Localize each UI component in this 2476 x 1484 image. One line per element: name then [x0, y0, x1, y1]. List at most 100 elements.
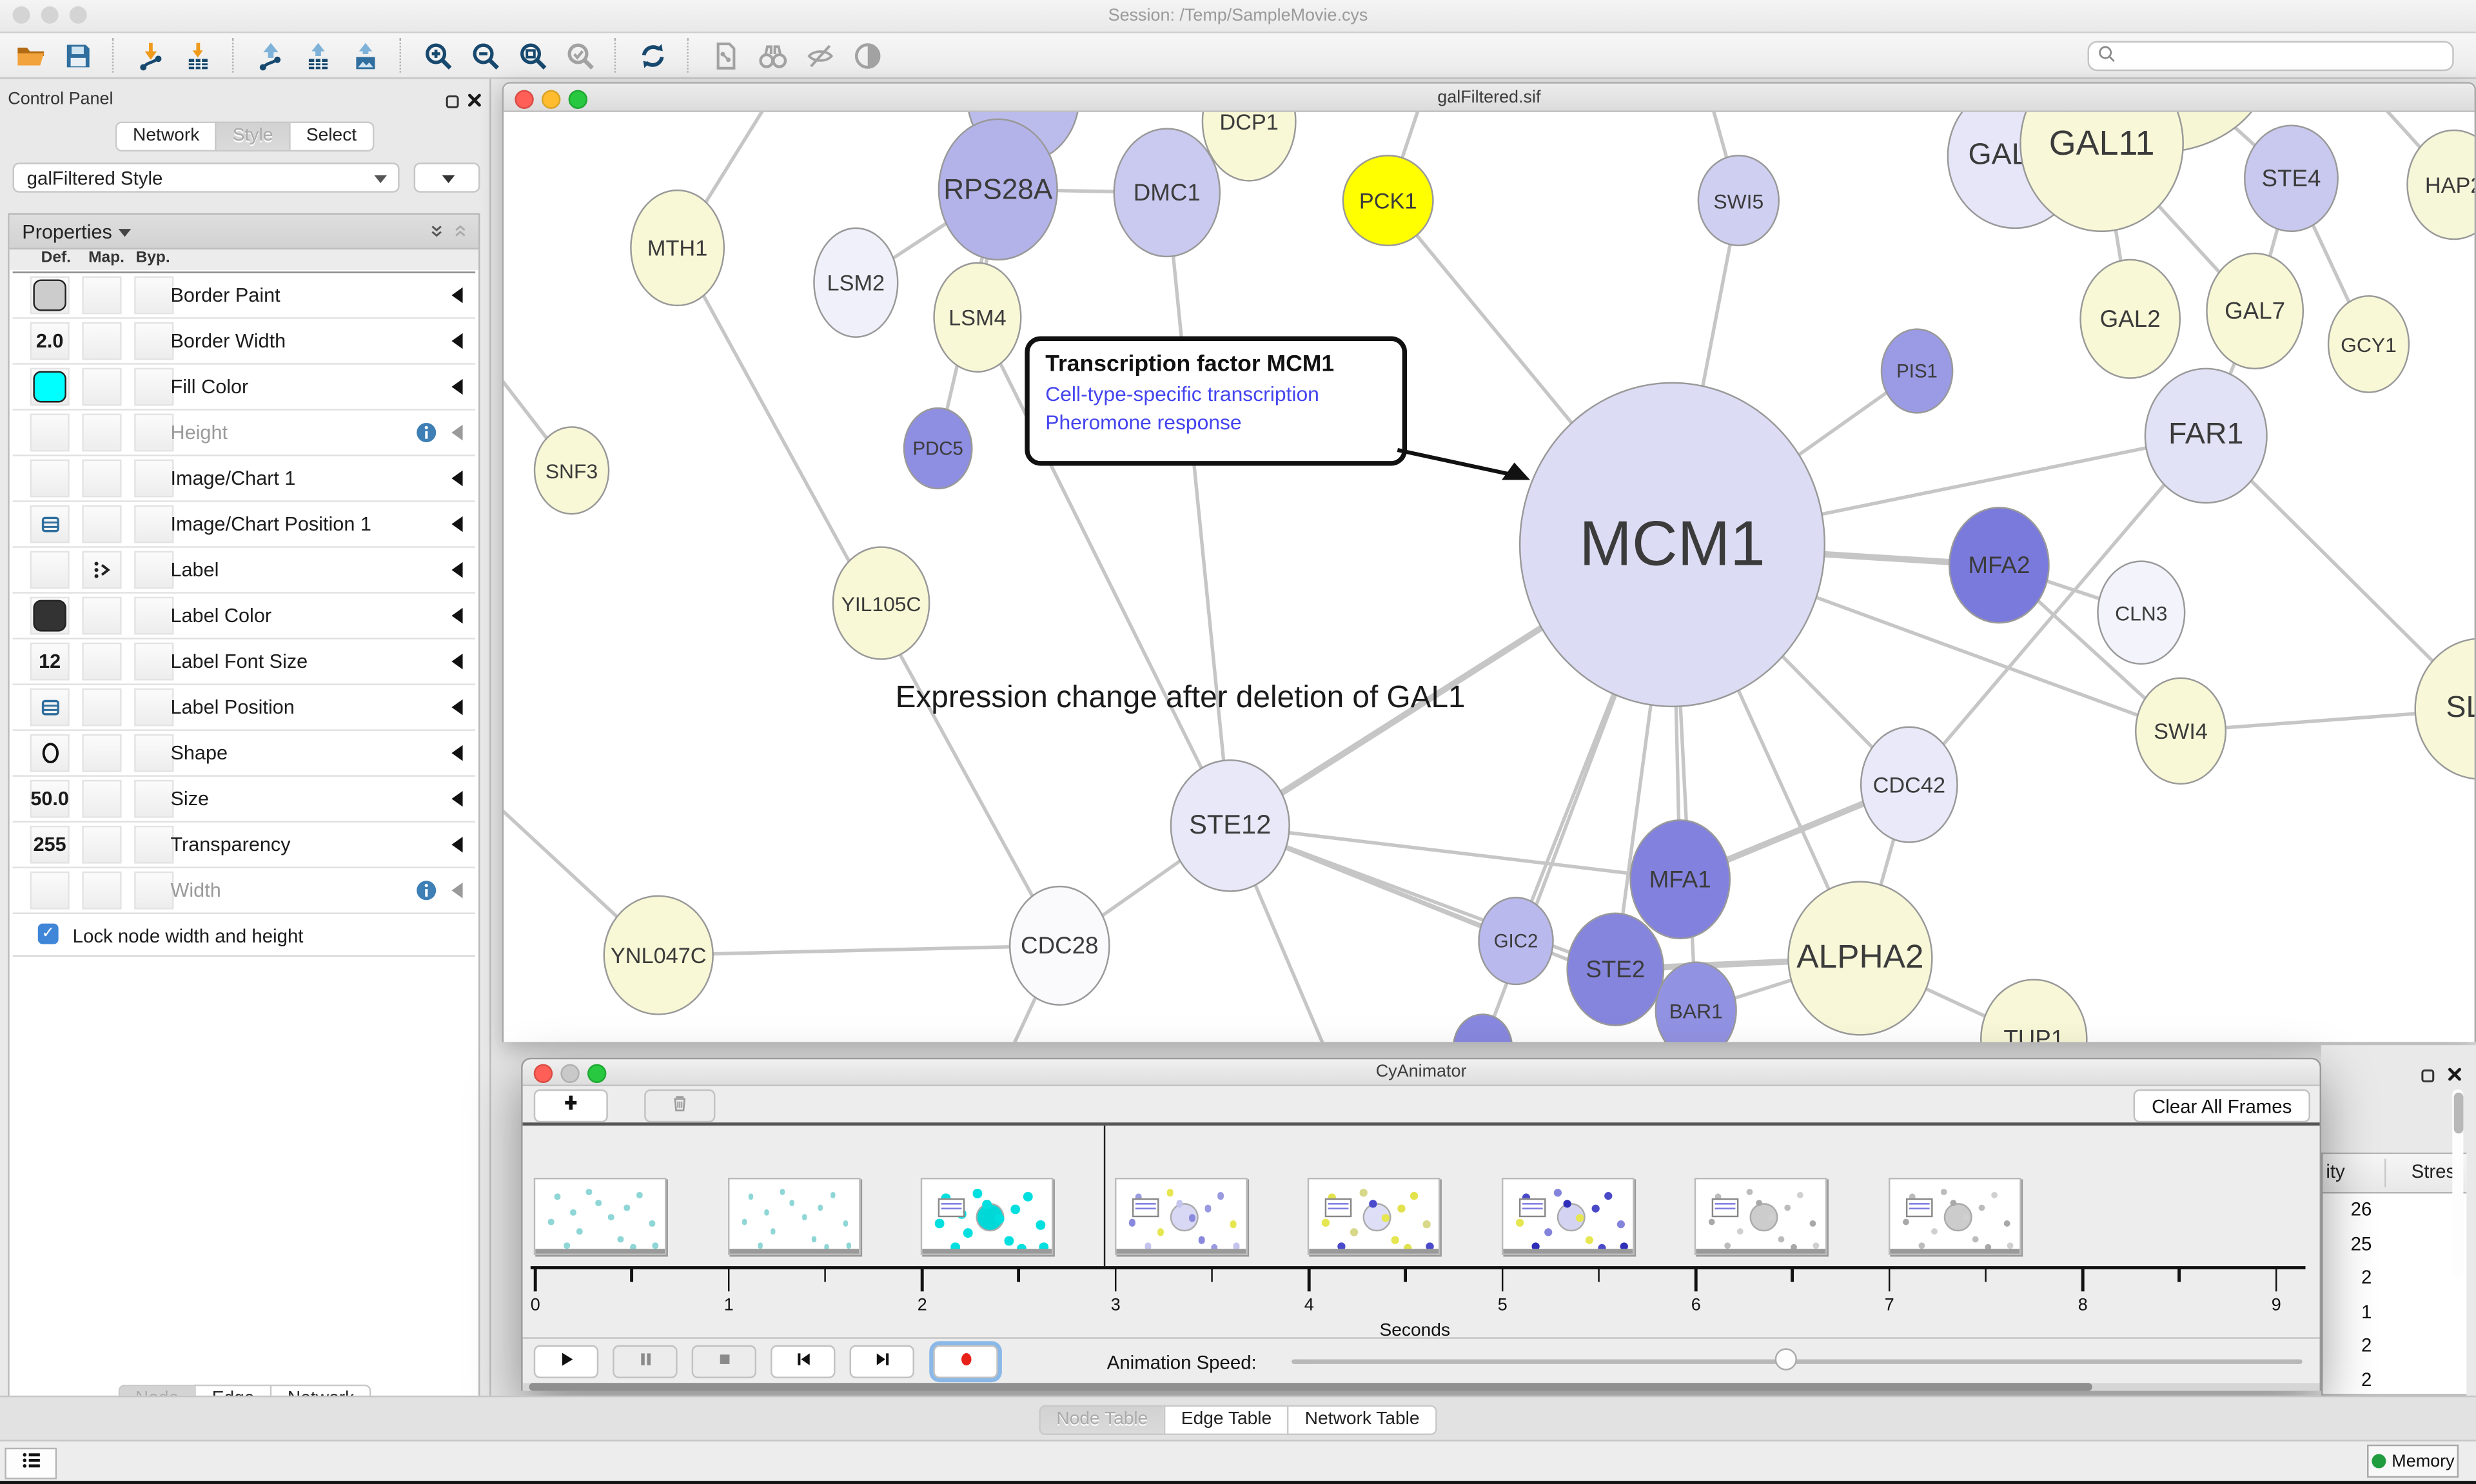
- animation-speed-thumb[interactable]: [1775, 1348, 1797, 1370]
- canvas-caption-text[interactable]: Expression change after deletion of GAL1: [896, 681, 1466, 717]
- expand-row-icon[interactable]: [451, 516, 462, 532]
- float-panel-icon[interactable]: [444, 90, 461, 119]
- byp-cell[interactable]: [134, 872, 173, 910]
- collapse-all-icon[interactable]: [451, 219, 469, 248]
- table-row[interactable]: 25: [2323, 1227, 2466, 1262]
- map-cell[interactable]: [82, 368, 121, 406]
- property-row-fill-color[interactable]: Fill Color: [13, 365, 476, 411]
- memory-button[interactable]: Memory: [2367, 1445, 2459, 1478]
- node-mcm1[interactable]: MCM1: [1519, 382, 1825, 707]
- map-cell[interactable]: [82, 505, 121, 543]
- expand-row-icon[interactable]: [451, 883, 462, 898]
- play-button[interactable]: [534, 1345, 598, 1378]
- property-row-label-font-size[interactable]: 12Label Font Size: [13, 639, 476, 685]
- zoom-in-icon[interactable]: [417, 36, 458, 74]
- def-cell[interactable]: [30, 414, 70, 452]
- close-panel-icon[interactable]: [2446, 1062, 2463, 1091]
- column-divider[interactable]: [2384, 1159, 2386, 1187]
- close-panel-icon[interactable]: [466, 88, 483, 117]
- node-ste4[interactable]: STE4: [2244, 124, 2339, 232]
- tab-network[interactable]: Network: [115, 122, 215, 152]
- node-snf3[interactable]: SNF3: [534, 426, 610, 514]
- byp-cell[interactable]: [134, 460, 173, 498]
- map-cell[interactable]: [82, 277, 121, 315]
- byp-cell[interactable]: [134, 368, 173, 406]
- network-window-titlebar[interactable]: galFiltered.sif: [504, 84, 2474, 112]
- byp-cell[interactable]: [134, 414, 173, 452]
- info-icon[interactable]: [415, 422, 437, 452]
- byp-cell[interactable]: [134, 597, 173, 635]
- annotation-box[interactable]: Transcription factor MCM1 Cell-type-spec…: [1025, 337, 1407, 466]
- task-history-button[interactable]: [5, 1448, 57, 1479]
- lock-size-row[interactable]: ✓Lock node width and height: [13, 914, 476, 957]
- byp-cell[interactable]: [134, 688, 173, 727]
- expand-all-icon[interactable]: [428, 219, 446, 248]
- info-icon[interactable]: [415, 879, 437, 910]
- open-folder-icon[interactable]: [10, 36, 51, 74]
- timeline-frame-5[interactable]: [1308, 1178, 1440, 1255]
- expand-row-icon[interactable]: [451, 699, 462, 715]
- property-row-size[interactable]: 50.0Size: [13, 777, 476, 823]
- def-cell[interactable]: [30, 872, 70, 910]
- zoom-selected-icon[interactable]: [559, 36, 600, 74]
- table-row[interactable]: 1: [2323, 1295, 2466, 1329]
- map-cell[interactable]: [82, 322, 121, 360]
- timeline-frame-6[interactable]: [1501, 1178, 1634, 1255]
- export-network-icon[interactable]: [250, 36, 291, 74]
- skip-to-end-button[interactable]: [850, 1345, 914, 1378]
- node-mfa2[interactable]: MFA2: [1949, 507, 2050, 623]
- expand-row-icon[interactable]: [451, 562, 462, 578]
- timeline-scrollbar-thumb[interactable]: [529, 1383, 2092, 1391]
- node-gcy1[interactable]: GCY1: [2328, 295, 2410, 393]
- property-row-shape[interactable]: Shape: [13, 731, 476, 777]
- stop-button[interactable]: [692, 1345, 756, 1378]
- node-pis1[interactable]: PIS1: [1881, 328, 1954, 413]
- export-table-icon[interactable]: [297, 36, 338, 74]
- expand-row-icon[interactable]: [451, 379, 462, 395]
- property-row-image-chart-1[interactable]: Image/Chart 1: [13, 456, 476, 502]
- expand-row-icon[interactable]: [451, 608, 462, 623]
- node-ste12[interactable]: STE12: [1170, 759, 1290, 892]
- tab-edge-table[interactable]: Edge Table: [1164, 1404, 1288, 1434]
- expand-row-icon[interactable]: [451, 333, 462, 349]
- style-selector[interactable]: galFiltered Style: [13, 162, 400, 193]
- expand-row-icon[interactable]: [451, 425, 462, 440]
- byp-cell[interactable]: [134, 734, 173, 772]
- tab-style[interactable]: Style: [215, 122, 289, 152]
- timeline-frame-1[interactable]: [534, 1178, 667, 1255]
- property-row-label-position[interactable]: Label Position: [13, 685, 476, 731]
- node-mfa1[interactable]: MFA1: [1629, 819, 1731, 939]
- map-cell[interactable]: [82, 460, 121, 498]
- node-dmc1[interactable]: DMC1: [1114, 128, 1221, 257]
- byp-cell[interactable]: [134, 780, 173, 818]
- import-network-icon[interactable]: [130, 36, 171, 74]
- node-lsm2[interactable]: LSM2: [813, 228, 898, 338]
- map-cell[interactable]: [82, 734, 121, 772]
- binoculars-icon[interactable]: [752, 36, 793, 74]
- add-frame-button[interactable]: [534, 1089, 608, 1122]
- expand-row-icon[interactable]: [451, 654, 462, 669]
- tab-node-table[interactable]: Node Table: [1039, 1404, 1163, 1434]
- timeline-frame-8[interactable]: [1888, 1178, 2021, 1255]
- properties-title[interactable]: Properties: [22, 221, 131, 243]
- timeline-playhead[interactable]: [1104, 1126, 1105, 1266]
- property-row-border-width[interactable]: 2.0Border Width: [13, 319, 476, 365]
- byp-cell[interactable]: [134, 643, 173, 681]
- map-cell[interactable]: [82, 826, 121, 864]
- node-ste2[interactable]: STE2: [1566, 913, 1664, 1026]
- node-yil105c[interactable]: YIL105C: [832, 546, 930, 659]
- map-cell[interactable]: [82, 597, 121, 635]
- map-cell[interactable]: [82, 780, 121, 818]
- zoom-fit-icon[interactable]: [511, 36, 553, 74]
- timeline[interactable]: 0123456789 Seconds: [523, 1126, 2320, 1337]
- network-document-icon[interactable]: [704, 36, 745, 74]
- byp-cell[interactable]: [134, 826, 173, 864]
- delete-frame-button[interactable]: [644, 1089, 715, 1122]
- def-cell[interactable]: [30, 551, 70, 589]
- timeline-frame-3[interactable]: [921, 1178, 1054, 1255]
- property-row-label[interactable]: Label: [13, 548, 476, 594]
- search-input[interactable]: [2088, 40, 2454, 70]
- pause-button[interactable]: [613, 1345, 677, 1378]
- timeline-frame-7[interactable]: [1695, 1178, 1827, 1255]
- node-swi5[interactable]: SWI5: [1698, 155, 1780, 246]
